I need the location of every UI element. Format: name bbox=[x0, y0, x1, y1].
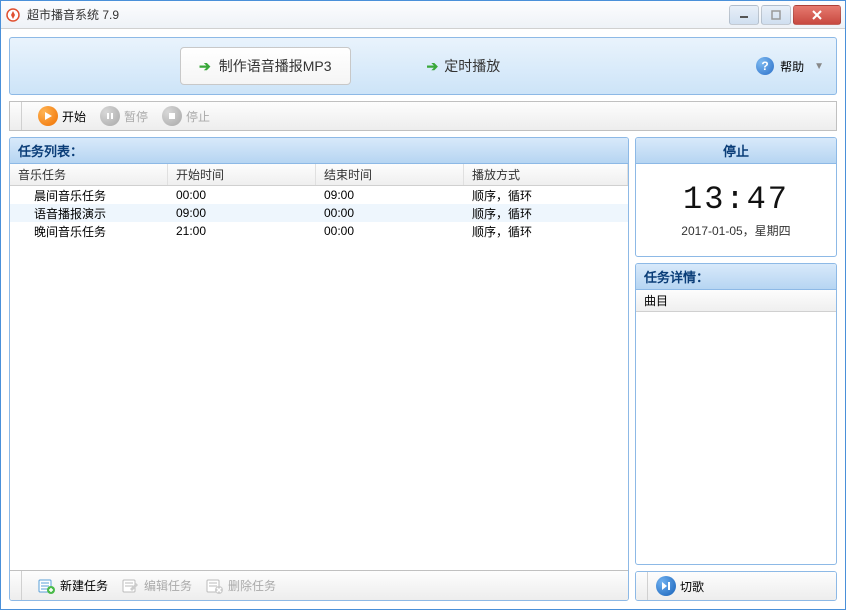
stop-button[interactable]: 停止 bbox=[162, 106, 210, 126]
cell-name: 语音播报演示 bbox=[10, 205, 168, 222]
table-body: 晨间音乐任务 00:00 09:00 顺序，循环 语音播报演示 09:00 00… bbox=[10, 186, 628, 240]
clock-area: 13:47 2017-01-05，星期四 bbox=[636, 164, 836, 256]
pause-button[interactable]: 暂停 bbox=[100, 106, 148, 126]
new-task-icon bbox=[38, 578, 56, 594]
play-icon bbox=[38, 106, 58, 126]
task-actions-toolbar: 新建任务 编辑任务 删除任务 bbox=[10, 570, 628, 600]
window-title: 超市播音系统 7.9 bbox=[27, 6, 729, 23]
cell-start: 21:00 bbox=[168, 224, 316, 238]
maximize-button[interactable] bbox=[761, 5, 791, 25]
arrow-right-icon: ➔ bbox=[199, 58, 211, 75]
clock-date: 2017-01-05，星期四 bbox=[681, 222, 790, 239]
cell-start: 09:00 bbox=[168, 206, 316, 220]
cell-mode: 顺序，循环 bbox=[464, 223, 628, 240]
track-column-header[interactable]: 曲目 bbox=[636, 290, 836, 312]
app-icon bbox=[5, 7, 21, 23]
new-task-label: 新建任务 bbox=[60, 577, 108, 594]
track-column-label: 曲目 bbox=[644, 292, 668, 309]
col-header-end[interactable]: 结束时间 bbox=[316, 164, 464, 185]
table-row[interactable]: 晚间音乐任务 21:00 00:00 顺序，循环 bbox=[10, 222, 628, 240]
help-label: 帮助 bbox=[780, 58, 804, 75]
pause-icon bbox=[100, 106, 120, 126]
toolbar-grip bbox=[642, 572, 648, 600]
edit-task-label: 编辑任务 bbox=[144, 577, 192, 594]
arrow-right-icon: ➔ bbox=[427, 58, 439, 75]
cell-name: 晚间音乐任务 bbox=[10, 223, 168, 240]
cell-mode: 顺序，循环 bbox=[464, 205, 628, 222]
main-toolbar: ➔ 制作语音播报MP3 ➔ 定时播放 ? 帮助 ▼ bbox=[9, 37, 837, 95]
make-mp3-label: 制作语音播报MP3 bbox=[219, 56, 332, 76]
status-box: 停止 13:47 2017-01-05，星期四 bbox=[635, 137, 837, 257]
play-button[interactable]: 开始 bbox=[38, 106, 86, 126]
cell-mode: 顺序，循环 bbox=[464, 187, 628, 204]
skip-bar: 切歌 bbox=[636, 572, 836, 600]
close-button[interactable] bbox=[793, 5, 841, 25]
new-task-button[interactable]: 新建任务 bbox=[38, 577, 108, 594]
delete-task-label: 删除任务 bbox=[228, 577, 276, 594]
edit-task-icon bbox=[122, 578, 140, 594]
cell-end: 00:00 bbox=[316, 206, 464, 220]
task-detail-box: 任务详情： 曲目 bbox=[635, 263, 837, 565]
col-header-mode[interactable]: 播放方式 bbox=[464, 164, 628, 185]
edit-task-button[interactable]: 编辑任务 bbox=[122, 577, 192, 594]
minimize-button[interactable] bbox=[729, 5, 759, 25]
table-row[interactable]: 语音播报演示 09:00 00:00 顺序，循环 bbox=[10, 204, 628, 222]
app-window: 超市播音系统 7.9 ➔ 制作语音播报MP3 ➔ 定时播放 ? 帮助 ▼ bbox=[0, 0, 846, 610]
timed-play-link[interactable]: ➔ 定时播放 bbox=[427, 56, 501, 76]
task-table: 音乐任务 开始时间 结束时间 播放方式 晨间音乐任务 00:00 09:00 顺… bbox=[10, 164, 628, 570]
skip-track-button[interactable]: 切歌 bbox=[656, 576, 704, 596]
track-list bbox=[636, 312, 836, 564]
stop-icon bbox=[162, 106, 182, 126]
table-header-row: 音乐任务 开始时间 结束时间 播放方式 bbox=[10, 164, 628, 186]
table-row[interactable]: 晨间音乐任务 00:00 09:00 顺序，循环 bbox=[10, 186, 628, 204]
titlebar: 超市播音系统 7.9 bbox=[1, 1, 845, 29]
make-mp3-button[interactable]: ➔ 制作语音播报MP3 bbox=[180, 47, 351, 85]
pause-label: 暂停 bbox=[124, 108, 148, 125]
stop-label: 停止 bbox=[186, 108, 210, 125]
cell-end: 09:00 bbox=[316, 188, 464, 202]
timed-play-label: 定时播放 bbox=[444, 56, 500, 76]
delete-task-icon bbox=[206, 578, 224, 594]
main-split: 任务列表： 音乐任务 开始时间 结束时间 播放方式 晨间音乐任务 00:00 0… bbox=[9, 137, 837, 601]
play-label: 开始 bbox=[62, 108, 86, 125]
task-list-panel: 任务列表： 音乐任务 开始时间 结束时间 播放方式 晨间音乐任务 00:00 0… bbox=[9, 137, 629, 601]
right-panel: 停止 13:47 2017-01-05，星期四 任务详情： 曲目 bbox=[635, 137, 837, 601]
chevron-down-icon: ▼ bbox=[814, 61, 824, 72]
col-header-name[interactable]: 音乐任务 bbox=[10, 164, 168, 185]
delete-task-button[interactable]: 删除任务 bbox=[206, 577, 276, 594]
task-list-header: 任务列表： bbox=[10, 138, 628, 164]
clock-time: 13:47 bbox=[683, 181, 789, 218]
cell-end: 00:00 bbox=[316, 224, 464, 238]
status-header: 停止 bbox=[636, 138, 836, 164]
skip-box: 切歌 bbox=[635, 571, 837, 601]
task-detail-header: 任务详情： bbox=[636, 264, 836, 290]
help-icon: ? bbox=[756, 57, 774, 75]
help-button[interactable]: ? 帮助 ▼ bbox=[756, 57, 824, 75]
skip-label: 切歌 bbox=[680, 578, 704, 595]
cell-start: 00:00 bbox=[168, 188, 316, 202]
window-controls bbox=[729, 5, 841, 25]
content-area: ➔ 制作语音播报MP3 ➔ 定时播放 ? 帮助 ▼ 开始 bbox=[1, 29, 845, 609]
skip-icon bbox=[656, 576, 676, 596]
cell-name: 晨间音乐任务 bbox=[10, 187, 168, 204]
playback-toolbar: 开始 暂停 停止 bbox=[9, 101, 837, 131]
col-header-start[interactable]: 开始时间 bbox=[168, 164, 316, 185]
toolbar-grip bbox=[16, 102, 22, 130]
toolbar-grip bbox=[16, 571, 22, 600]
